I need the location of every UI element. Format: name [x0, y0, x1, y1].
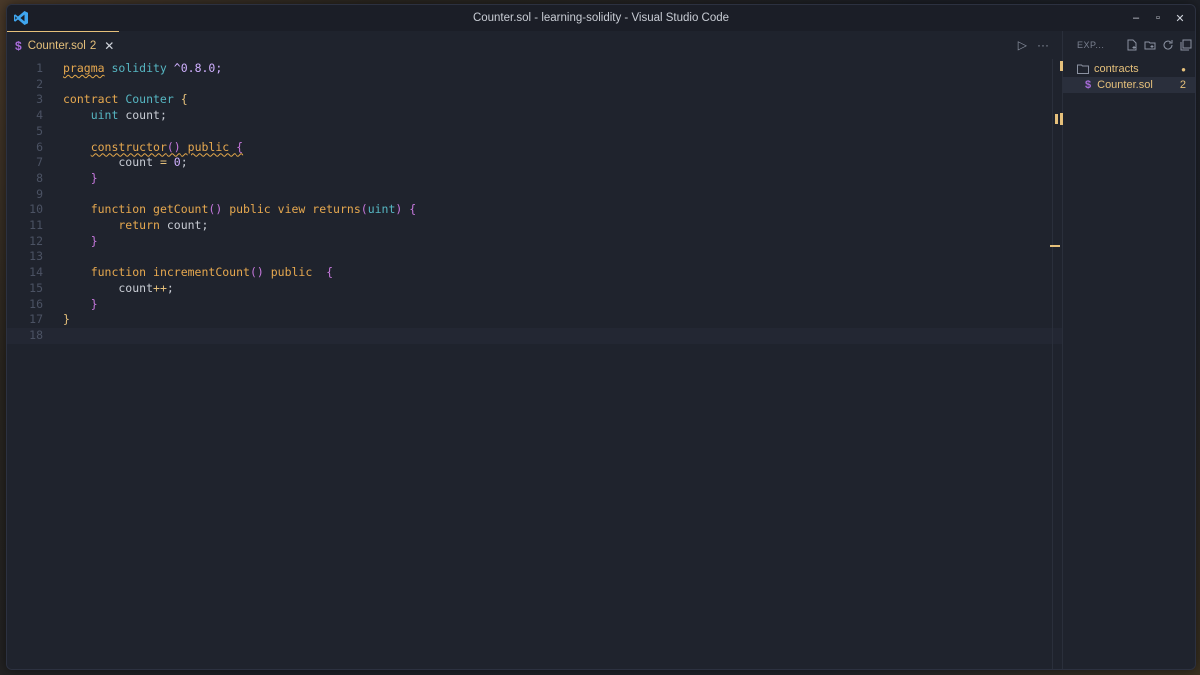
code-line: 11 return count; [7, 218, 1062, 234]
line-number: 2 [36, 76, 43, 91]
code-text: contract Counter { [63, 92, 188, 107]
code-text: } [90, 233, 98, 248]
collapse-icon[interactable] [1180, 39, 1192, 51]
editor-tab-bar: $ Counter.sol 2 ✕ ▷ ··· [7, 31, 1057, 59]
code-line: 7 count = 0; [7, 155, 1062, 171]
tab-problem-count: 2 [89, 39, 97, 52]
tab-counter-sol[interactable]: $ Counter.sol 2 ✕ [7, 31, 119, 59]
code-text: } [90, 170, 98, 185]
folder-icon [1077, 64, 1089, 74]
explorer-actions [1126, 31, 1192, 59]
file-counter-sol[interactable]: $ Counter.sol 2 [1063, 77, 1195, 93]
warning-marker [1055, 114, 1058, 124]
solidity-file-icon: $ [1085, 79, 1092, 91]
line-number: 6 [36, 139, 43, 154]
line-number: 7 [36, 155, 43, 170]
folder-label: contracts [1094, 63, 1139, 75]
modified-dot: ● [1181, 64, 1186, 74]
file-label: Counter.sol [1097, 79, 1153, 91]
title-bar: Counter.sol - learning-solidity - Visual… [7, 5, 1195, 31]
line-number: 12 [29, 233, 43, 248]
code-text: pragma solidity ^0.8.0; [63, 61, 223, 75]
line-number: 4 [36, 108, 43, 123]
code-line: 15 count++; [7, 281, 1062, 297]
code-text: uint count; [90, 108, 167, 123]
line-number: 3 [36, 92, 43, 107]
line-number: 1 [36, 61, 43, 75]
explorer-header: EXP... [1063, 31, 1195, 59]
scroll-indicator [1060, 113, 1063, 125]
code-text: } [63, 312, 70, 327]
code-line: 17 } [7, 312, 1062, 328]
code-line: 5 [7, 124, 1062, 140]
code-line: 13 [7, 249, 1062, 265]
file-problem-count: 2 [1179, 79, 1186, 91]
current-line: 18 [7, 327, 1062, 344]
explorer-panel: EXP... contracts ● $ Counter.sol 2 [1060, 31, 1195, 669]
solidity-file-icon: $ [15, 38, 22, 53]
code-text: constructor() public { [90, 139, 244, 154]
tab-close-icon[interactable]: ✕ [104, 39, 114, 53]
line-number: 17 [29, 312, 43, 327]
code-text: count = 0; [63, 155, 188, 170]
line-number: 18 [29, 327, 43, 342]
cursor-marker [1050, 245, 1060, 247]
code-line: 8 } [7, 171, 1062, 187]
line-number: 16 [29, 296, 43, 311]
maximize-button[interactable]: ▫ [1147, 7, 1169, 29]
code-text: } [90, 296, 98, 311]
code-line: 4 uint count; [7, 108, 1062, 124]
close-window-button[interactable]: ✕ [1169, 7, 1191, 29]
code-line: 14 function incrementCount() public { [7, 265, 1062, 281]
tab-label: Counter.sol [27, 39, 86, 52]
code-line: 3 contract Counter { [7, 92, 1062, 108]
run-icon[interactable]: ▷ [1018, 38, 1027, 52]
line-number: 8 [36, 170, 43, 185]
explorer-title: EXP... [1077, 40, 1105, 50]
line-number: 13 [29, 249, 43, 264]
code-text: function incrementCount() public { [63, 265, 334, 280]
code-text: function getCount() public view returns(… [63, 202, 417, 217]
window-title: Counter.sol - learning-solidity - Visual… [472, 12, 730, 24]
line-number: 11 [29, 218, 43, 232]
code-line: 12 } [7, 234, 1062, 250]
code-line: 10 function getCount() public view retur… [7, 202, 1062, 218]
new-folder-icon[interactable] [1144, 39, 1156, 51]
line-number: 10 [29, 202, 43, 217]
code-text: return count; [63, 218, 209, 232]
vscode-window: Counter.sol - learning-solidity - Visual… [6, 4, 1196, 670]
code-line: 16 } [7, 297, 1062, 313]
editor-actions: ▷ ··· [1018, 31, 1057, 59]
line-number: 15 [29, 280, 43, 295]
folder-contracts[interactable]: contracts ● [1063, 61, 1195, 77]
new-file-icon[interactable] [1126, 39, 1138, 51]
code-line: 9 [7, 187, 1062, 203]
line-number: 9 [36, 186, 43, 201]
code-line: 2 [7, 77, 1062, 93]
window-controls: – ▫ ✕ [1125, 5, 1191, 31]
code-line: 1 pragma solidity ^0.8.0; [7, 61, 1062, 77]
minimize-button[interactable]: – [1125, 7, 1147, 29]
more-actions-icon[interactable]: ··· [1037, 38, 1049, 52]
refresh-icon[interactable] [1162, 39, 1174, 51]
line-number: 5 [36, 123, 43, 138]
code-line: 6 constructor() public { [7, 140, 1062, 156]
line-number: 14 [29, 265, 43, 280]
code-text: count++; [63, 280, 174, 295]
code-editor[interactable]: 1 pragma solidity ^0.8.0; 2 3 contract C… [7, 59, 1062, 669]
